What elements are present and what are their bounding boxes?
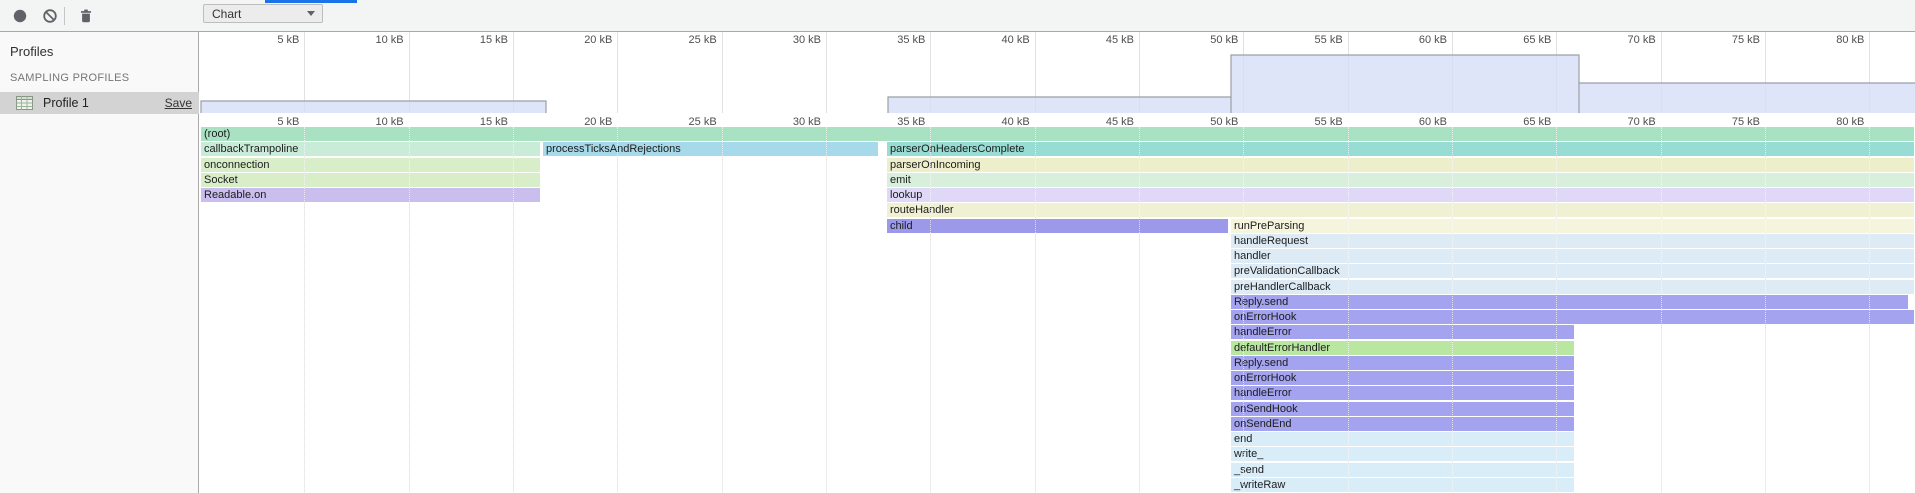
grid-overlay-line	[1765, 127, 1766, 493]
flame-bar[interactable]: processTicksAndRejections	[543, 142, 878, 156]
heap-profiler-panel: Chart Profiles SAMPLING PROFILES Profile…	[0, 0, 1915, 493]
flame-bar[interactable]: defaultErrorHandler	[1231, 341, 1574, 355]
view-mode-value: Chart	[204, 7, 307, 21]
grid-overlay-line	[826, 127, 827, 493]
grid-overlay-line	[304, 127, 305, 493]
overview-pane[interactable]	[199, 32, 1915, 113]
flame-bar[interactable]: onSendHook	[1231, 402, 1574, 416]
sidebar-title: Profiles	[10, 44, 53, 59]
grid-overlay-line	[722, 127, 723, 493]
grid-overlay-line	[930, 127, 931, 493]
flame-bar[interactable]: onSendEnd	[1231, 417, 1574, 431]
grid-overlay-line	[513, 127, 514, 493]
flame-bar[interactable]: child	[887, 219, 1228, 233]
flame-bar[interactable]: (root)	[201, 127, 1914, 141]
flame-bar[interactable]: emit	[887, 173, 1914, 187]
flame-bar[interactable]: Reply.send	[1231, 356, 1574, 370]
flame-bar[interactable]: runPreParsing	[1231, 219, 1914, 233]
flame-bar[interactable]: lookup	[887, 188, 1914, 202]
record-button[interactable]	[11, 7, 29, 25]
grid-overlay-line	[1139, 127, 1140, 493]
save-profile-link[interactable]: Save	[165, 96, 192, 110]
record-circle-icon	[12, 8, 28, 24]
flame-bar[interactable]: routeHandler	[887, 203, 1914, 217]
flame-bar[interactable]: _send	[1231, 463, 1574, 477]
grid-overlay-line	[1035, 127, 1036, 493]
flame-bar[interactable]: handler	[1231, 249, 1914, 263]
flame-bar[interactable]: _writeRaw	[1231, 478, 1574, 492]
flame-bar[interactable]: Socket	[201, 173, 540, 187]
flame-bar[interactable]: callbackTrampoline	[201, 142, 540, 156]
flame-bar[interactable]: end	[1231, 432, 1574, 446]
toolbar-separator	[64, 7, 65, 25]
flame-bar[interactable]: handleError	[1231, 325, 1574, 339]
active-panel-indicator	[265, 0, 357, 3]
block-circle-icon	[42, 8, 58, 24]
flame-bar[interactable]: parserOnIncoming	[887, 158, 1914, 172]
flame-bar[interactable]: write_	[1231, 447, 1574, 461]
sampling-profiles-section-label: SAMPLING PROFILES	[10, 72, 129, 84]
toolbar: Chart	[0, 0, 1915, 32]
profile-item[interactable]: Profile 1 Save	[0, 92, 199, 114]
flame-bar[interactable]: onErrorHook	[1231, 371, 1574, 385]
grid-overlay-line	[1452, 127, 1453, 493]
grid-overlay-line	[1556, 127, 1557, 493]
grid-overlay-line	[1243, 127, 1244, 493]
profiles-sidebar: Profiles SAMPLING PROFILES Profile 1 Sav…	[0, 32, 199, 493]
flame-bar[interactable]: preValidationCallback	[1231, 264, 1914, 278]
flame-bar[interactable]: onconnection	[201, 158, 540, 172]
grid-overlay-line	[1869, 127, 1870, 493]
chevron-down-icon	[307, 11, 315, 16]
grid-overlay-line	[1348, 127, 1349, 493]
grid-overlay-line	[617, 127, 618, 493]
overview-memory-area	[201, 55, 1915, 113]
view-mode-select[interactable]: Chart	[203, 4, 323, 23]
trash-icon	[78, 8, 94, 24]
grid-overlay-line	[1661, 127, 1662, 493]
clear-profiles-button[interactable]	[41, 7, 59, 25]
flame-bar[interactable]: preHandlerCallback	[1231, 280, 1914, 294]
grid-overlay-line	[409, 127, 410, 493]
chart-main-area: 5 kB10 kB15 kB20 kB25 kB30 kB35 kB40 kB4…	[199, 32, 1915, 493]
flame-bar[interactable]: parserOnHeadersComplete	[887, 142, 1914, 156]
profile-name: Profile 1	[43, 96, 165, 110]
flame-bar[interactable]: onErrorHook	[1231, 310, 1914, 324]
flame-bar[interactable]: Reply.send	[1231, 295, 1908, 309]
flame-bar[interactable]: handleRequest	[1231, 234, 1914, 248]
profile-table-icon	[16, 96, 33, 110]
flame-bar[interactable]: handleError	[1231, 386, 1574, 400]
delete-profile-button[interactable]	[77, 7, 95, 25]
flame-bar[interactable]: Readable.on	[201, 188, 540, 202]
